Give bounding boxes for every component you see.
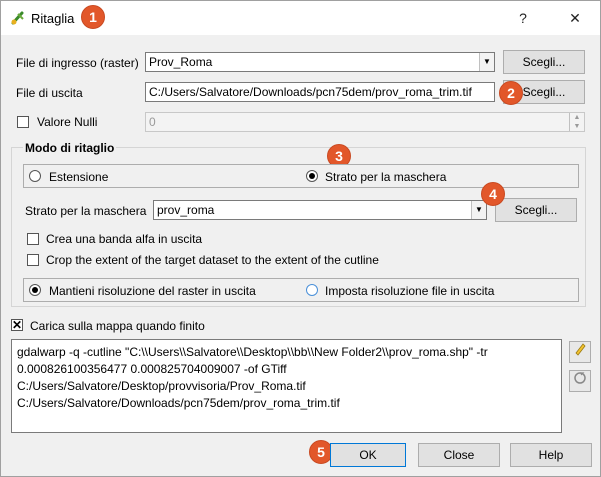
clip-mode-title: Modo di ritaglio [23,141,117,155]
input-raster-browse-button[interactable]: Scegli... [503,50,585,74]
keep-resolution-radio[interactable] [29,284,41,296]
output-file-label: File di uscita [16,86,83,100]
window-title: Ritaglia [31,11,75,26]
mask-layer-value: prov_roma [157,203,215,217]
pencil-icon [575,343,586,356]
mask-layer-browse-button[interactable]: Scegli... [495,198,577,222]
output-file-input[interactable]: C:/Users/Salvatore/Downloads/pcn75dem/pr… [145,82,495,102]
step-badge-1: 1 [81,5,105,29]
step-badge-2: 2 [499,81,523,105]
output-file-value: C:/Users/Salvatore/Downloads/pcn75dem/pr… [149,85,472,99]
extent-radio-label: Estensione [49,170,109,184]
set-resolution-label: Imposta risoluzione file in uscita [325,284,495,298]
alpha-band-checkbox[interactable] [27,233,39,245]
nodata-label: Valore Nulli [37,115,98,129]
edit-command-button[interactable] [569,341,591,363]
command-line: gdalwarp -q -cutline "C:\\Users\\Salvato… [17,345,488,359]
reset-icon [574,372,586,384]
chevron-down-icon: ▼ [479,53,494,71]
help-title-button[interactable]: ? [509,7,537,29]
crop-extent-checkbox[interactable] [27,254,39,266]
mask-radio-label: Strato per la maschera [325,170,447,184]
set-resolution-radio[interactable] [306,284,318,296]
load-on-finish-checkbox[interactable]: ✕ [11,319,23,331]
mask-layer-label: Strato per la maschera [25,204,147,218]
step-badge-4: 4 [481,182,505,206]
mask-radio[interactable] [306,170,318,182]
command-line: 0.000826100356477 0.000825704009007 -of … [17,362,287,376]
command-textbox[interactable]: gdalwarp -q -cutline "C:\\Users\\Salvato… [11,339,562,433]
chevron-down-icon: ▼ [471,201,486,219]
close-window-button[interactable]: ✕ [561,7,589,29]
load-on-finish-label: Carica sulla mappa quando finito [30,319,205,333]
command-line: C:/Users/Salvatore/Downloads/pcn75dem/pr… [17,396,340,410]
nodata-spinbox[interactable]: 0 ▲ ▼ [145,112,585,132]
reset-command-button[interactable] [569,370,591,392]
ok-button[interactable]: OK [330,443,406,467]
alpha-band-label: Crea una banda alfa in uscita [46,232,203,246]
nodata-value: 0 [149,115,156,129]
qgis-clip-icon [11,11,24,25]
spin-arrows-icon: ▲ ▼ [569,113,584,131]
crop-extent-label: Crop the extent of the target dataset to… [46,253,379,267]
extent-radio[interactable] [29,170,41,182]
nodata-checkbox[interactable] [17,116,29,128]
help-button[interactable]: Help [510,443,592,467]
title-bar: Ritaglia 1 ? ✕ [1,1,600,35]
input-raster-value: Prov_Roma [149,55,213,69]
input-raster-select[interactable]: Prov_Roma ▼ [145,52,495,72]
input-raster-label: File di ingresso (raster) [16,56,139,70]
command-line: C:/Users/Salvatore/Desktop/provvisoria/P… [17,379,306,393]
dialog-window: Ritaglia 1 ? ✕ File di ingresso (raster)… [0,0,601,477]
close-button[interactable]: Close [418,443,500,467]
keep-resolution-label: Mantieni risoluzione del raster in uscit… [49,284,256,298]
mask-layer-select[interactable]: prov_roma ▼ [153,200,487,220]
